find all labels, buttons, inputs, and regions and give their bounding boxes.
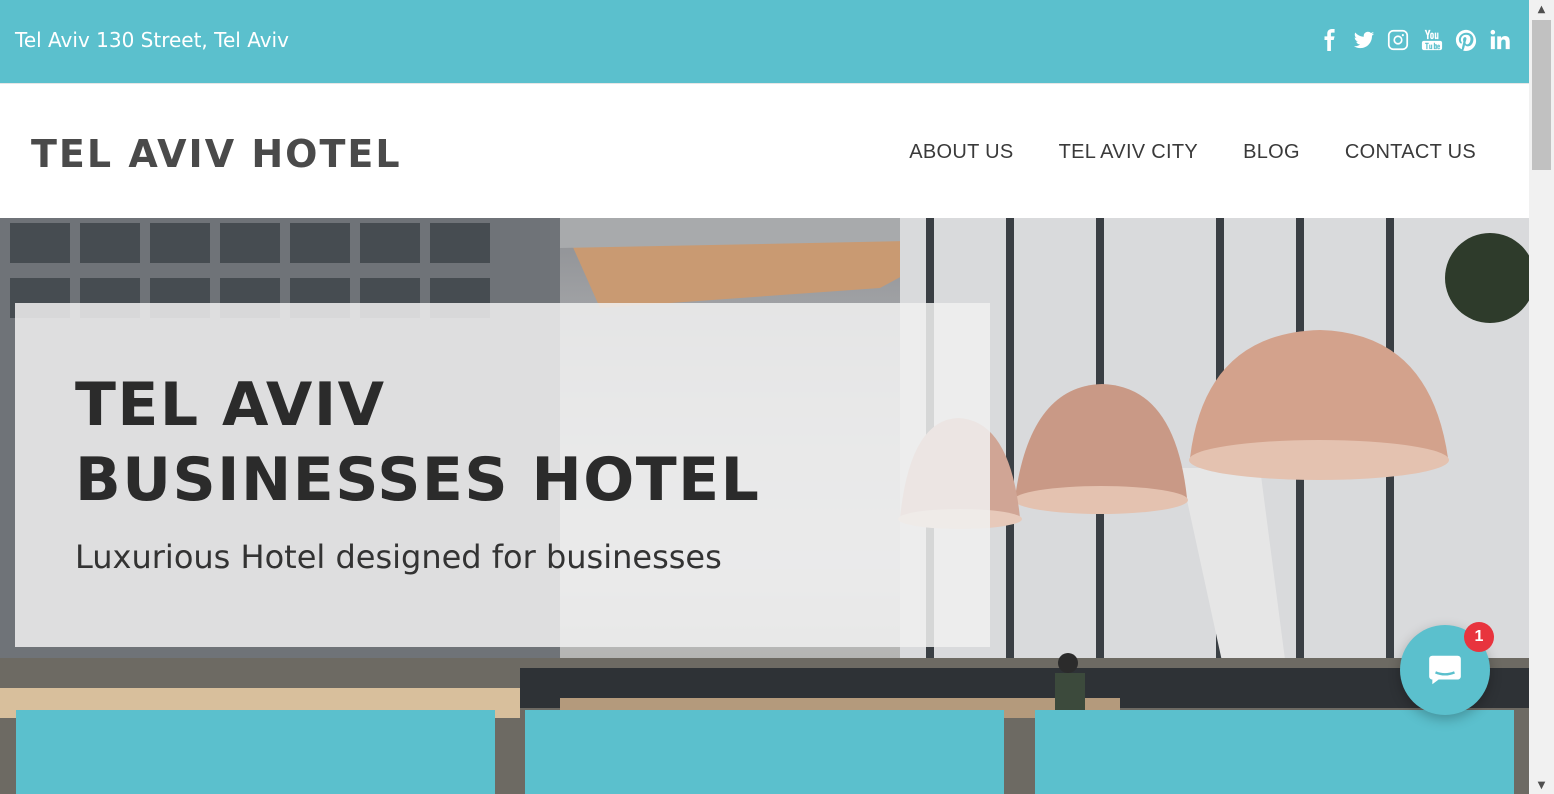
feature-card[interactable] bbox=[1035, 710, 1514, 794]
site-header: TEL AVIV HOTEL ABOUT US TEL AVIV CITY BL… bbox=[0, 83, 1529, 218]
page-scrollbar[interactable]: ▲ ▼ bbox=[1529, 0, 1554, 794]
nav-about-us[interactable]: ABOUT US bbox=[909, 141, 1013, 164]
linkedin-icon[interactable] bbox=[1489, 28, 1511, 52]
twitter-icon[interactable] bbox=[1353, 28, 1375, 52]
youtube-icon[interactable] bbox=[1421, 28, 1443, 52]
page: Tel Aviv 130 Street, Tel Aviv TEL AVIV H… bbox=[0, 0, 1529, 794]
hero-title: TEL AVIV BUSINESSES HOTEL bbox=[75, 370, 761, 515]
feature-card[interactable] bbox=[525, 710, 1004, 794]
address-text: Tel Aviv 130 Street, Tel Aviv bbox=[15, 28, 289, 52]
instagram-icon[interactable] bbox=[1387, 28, 1409, 52]
feature-card[interactable] bbox=[16, 710, 495, 794]
scroll-up-arrow-icon[interactable]: ▲ bbox=[1529, 0, 1554, 18]
hero-section: TEL AVIV BUSINESSES HOTEL Luxurious Hote… bbox=[0, 218, 1529, 794]
social-links bbox=[1319, 28, 1511, 52]
chat-notification-badge: 1 bbox=[1464, 622, 1494, 652]
nav-contact-us[interactable]: CONTACT US bbox=[1345, 141, 1476, 164]
top-bar: Tel Aviv 130 Street, Tel Aviv bbox=[0, 0, 1529, 83]
scroll-down-arrow-icon[interactable]: ▼ bbox=[1529, 776, 1554, 794]
pinterest-icon[interactable] bbox=[1455, 28, 1477, 52]
hero-card: TEL AVIV BUSINESSES HOTEL Luxurious Hote… bbox=[15, 303, 990, 647]
facebook-icon[interactable] bbox=[1319, 28, 1341, 52]
scrollbar-thumb[interactable] bbox=[1532, 20, 1551, 170]
chat-bubble-icon bbox=[1429, 655, 1461, 685]
main-nav: ABOUT US TEL AVIV CITY BLOG CONTACT US bbox=[909, 141, 1476, 164]
site-logo[interactable]: TEL AVIV HOTEL bbox=[31, 132, 402, 176]
feature-cards bbox=[0, 710, 1529, 794]
hero-subtitle: Luxurious Hotel designed for businesses bbox=[75, 538, 722, 576]
nav-blog[interactable]: BLOG bbox=[1243, 141, 1300, 164]
nav-tel-aviv-city[interactable]: TEL AVIV CITY bbox=[1059, 141, 1199, 164]
